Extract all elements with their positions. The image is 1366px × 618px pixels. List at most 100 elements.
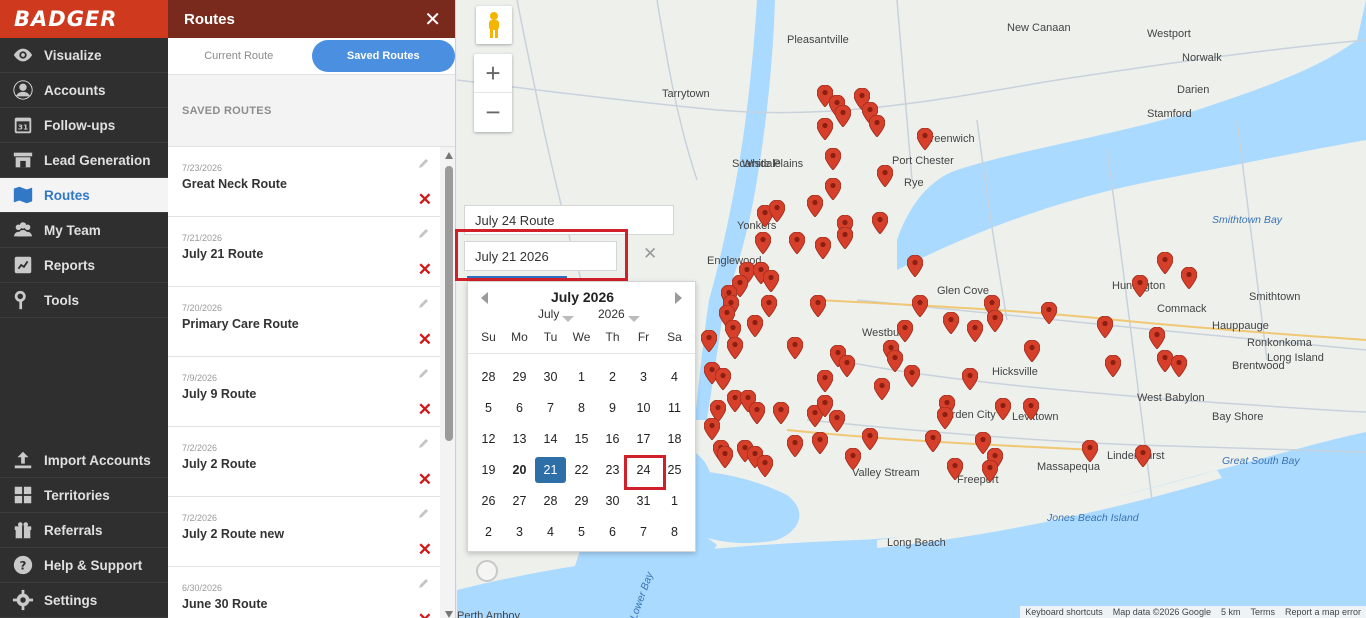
map-marker-pin-icon[interactable]: [769, 200, 785, 222]
pencil-edit-icon[interactable]: [418, 577, 430, 589]
map-marker-pin-icon[interactable]: [1097, 316, 1113, 338]
map-marker-pin-icon[interactable]: [917, 128, 933, 150]
nav-item-reports[interactable]: Reports: [0, 248, 168, 283]
calendar-day[interactable]: 4: [659, 364, 690, 390]
calendar-day[interactable]: 15: [566, 426, 597, 452]
map-marker-pin-icon[interactable]: [787, 337, 803, 359]
map-marker-pin-icon[interactable]: [755, 232, 771, 254]
map-marker-pin-icon[interactable]: [904, 365, 920, 387]
locate-me-icon[interactable]: [476, 560, 498, 582]
calendar-day[interactable]: 22: [566, 457, 597, 483]
nav-item-my-team[interactable]: My Team: [0, 213, 168, 248]
map-marker-pin-icon[interactable]: [845, 448, 861, 470]
calendar-day[interactable]: 5: [473, 395, 504, 421]
pencil-edit-icon[interactable]: [418, 367, 430, 379]
map-marker-pin-icon[interactable]: [947, 458, 963, 480]
delete-route-icon[interactable]: ✕: [418, 401, 432, 418]
calendar-day[interactable]: 9: [597, 395, 628, 421]
map-attribution-item[interactable]: Terms: [1245, 607, 1280, 617]
zoom-out-button[interactable]: −: [474, 93, 512, 132]
pencil-edit-icon[interactable]: [418, 297, 430, 309]
saved-route-item[interactable]: 6/30/2026 June 30 Route ✕: [168, 567, 440, 618]
saved-route-item[interactable]: 7/9/2026 July 9 Route ✕: [168, 357, 440, 427]
calendar-day[interactable]: 17: [628, 426, 659, 452]
map-marker-pin-icon[interactable]: [937, 407, 953, 429]
map-marker-pin-icon[interactable]: [897, 320, 913, 342]
pencil-edit-icon[interactable]: [418, 507, 430, 519]
nav-item-follow-ups[interactable]: 31 Follow-ups: [0, 108, 168, 143]
calendar-day[interactable]: 31: [628, 488, 659, 514]
map-marker-pin-icon[interactable]: [1041, 302, 1057, 324]
calendar-day[interactable]: 2: [597, 364, 628, 390]
delete-route-icon[interactable]: ✕: [418, 611, 432, 618]
map-marker-pin-icon[interactable]: [763, 270, 779, 292]
tab-current-route[interactable]: Current Route: [168, 40, 310, 72]
map-marker-pin-icon[interactable]: [787, 435, 803, 457]
calendar-day[interactable]: 3: [628, 364, 659, 390]
map-attribution-item[interactable]: Keyboard shortcuts: [1020, 607, 1108, 617]
delete-route-icon[interactable]: ✕: [418, 261, 432, 278]
map-marker-pin-icon[interactable]: [807, 195, 823, 217]
map-marker-pin-icon[interactable]: [773, 402, 789, 424]
scrollbar-thumb[interactable]: [445, 166, 453, 441]
calendar-day[interactable]: 16: [597, 426, 628, 452]
calendar-day[interactable]: 4: [535, 519, 566, 545]
map-marker-pin-icon[interactable]: [817, 370, 833, 392]
nav-item-settings[interactable]: Settings: [0, 583, 168, 618]
map-attribution-item[interactable]: Map data ©2026 Google: [1108, 607, 1216, 617]
saved-route-item[interactable]: 7/2/2026 July 2 Route new ✕: [168, 497, 440, 567]
calendar-day[interactable]: 8: [659, 519, 690, 545]
map-marker-pin-icon[interactable]: [812, 432, 828, 454]
tab-saved-routes[interactable]: Saved Routes: [311, 40, 455, 72]
map-marker-pin-icon[interactable]: [1023, 398, 1039, 420]
map-marker-pin-icon[interactable]: [874, 378, 890, 400]
map-marker-pin-icon[interactable]: [727, 337, 743, 359]
nav-item-import-accounts[interactable]: Import Accounts: [0, 443, 168, 478]
map-marker-pin-icon[interactable]: [747, 315, 763, 337]
map-marker-pin-icon[interactable]: [1105, 355, 1121, 377]
calendar-day[interactable]: 2: [473, 519, 504, 545]
saved-route-item[interactable]: 7/20/2026 Primary Care Route ✕: [168, 287, 440, 357]
calendar-day[interactable]: 20: [504, 457, 535, 483]
calendar-day[interactable]: 21: [535, 457, 566, 483]
map-marker-pin-icon[interactable]: [789, 232, 805, 254]
map-marker-pin-icon[interactable]: [862, 428, 878, 450]
calendar-day[interactable]: 19: [473, 457, 504, 483]
map-marker-pin-icon[interactable]: [839, 355, 855, 377]
calendar-day[interactable]: 13: [504, 426, 535, 452]
map-marker-pin-icon[interactable]: [701, 330, 717, 352]
map-marker-pin-icon[interactable]: [835, 105, 851, 127]
map-marker-pin-icon[interactable]: [825, 178, 841, 200]
delete-route-icon[interactable]: ✕: [418, 471, 432, 488]
map-marker-pin-icon[interactable]: [907, 255, 923, 277]
map-marker-pin-icon[interactable]: [877, 165, 893, 187]
map-marker-pin-icon[interactable]: [982, 460, 998, 482]
calendar-day[interactable]: 11: [659, 395, 690, 421]
saved-route-item[interactable]: 7/21/2026 July 21 Route ✕: [168, 217, 440, 287]
map-marker-pin-icon[interactable]: [962, 368, 978, 390]
calendar-day[interactable]: 27: [504, 488, 535, 514]
map-marker-pin-icon[interactable]: [995, 398, 1011, 420]
map-marker-pin-icon[interactable]: [1171, 355, 1187, 377]
map-marker-pin-icon[interactable]: [704, 418, 720, 440]
calendar-day[interactable]: 14: [535, 426, 566, 452]
map-marker-pin-icon[interactable]: [912, 295, 928, 317]
nav-item-visualize[interactable]: Visualize: [0, 38, 168, 73]
map-attribution-item[interactable]: Report a map error: [1280, 607, 1366, 617]
calendar-day[interactable]: 12: [473, 426, 504, 452]
month-select[interactable]: July: [538, 307, 575, 322]
zoom-in-button[interactable]: +: [474, 54, 512, 93]
scroll-down-arrow-icon[interactable]: [445, 611, 453, 618]
map-marker-pin-icon[interactable]: [925, 430, 941, 452]
badger-logo[interactable]: BADGER: [0, 0, 168, 38]
map-marker-pin-icon[interactable]: [1132, 275, 1148, 297]
map-marker-pin-icon[interactable]: [749, 402, 765, 424]
routes-scrollbar[interactable]: [445, 152, 453, 618]
map-marker-pin-icon[interactable]: [715, 368, 731, 390]
map-marker-pin-icon[interactable]: [717, 446, 733, 468]
calendar-day[interactable]: 1: [566, 364, 597, 390]
delete-route-icon[interactable]: ✕: [418, 331, 432, 348]
street-view-pegman-icon[interactable]: [476, 6, 512, 44]
next-month-icon[interactable]: [675, 292, 682, 304]
pencil-edit-icon[interactable]: [418, 157, 430, 169]
